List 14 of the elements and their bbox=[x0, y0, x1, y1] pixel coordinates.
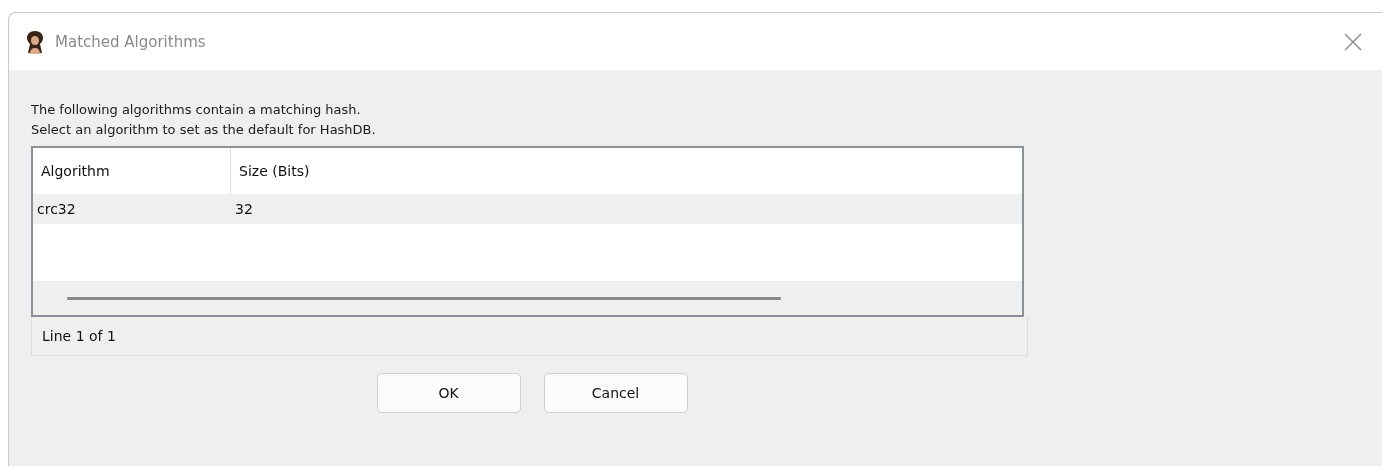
horizontal-scrollbar[interactable] bbox=[33, 281, 1022, 315]
table-cell-text: 32 bbox=[234, 201, 254, 217]
close-icon[interactable] bbox=[1344, 32, 1362, 51]
window-title: Matched Algorithms bbox=[55, 32, 207, 51]
message-text: Select an algorithm to set as the default for HashDB. bbox=[31, 121, 377, 139]
table-row[interactable]: crc32 32 bbox=[33, 194, 1022, 224]
figure-icon bbox=[25, 29, 45, 54]
column-header[interactable]: Size (Bits) bbox=[231, 148, 1022, 194]
message-text: The following algorithms contain a matching hash. bbox=[31, 101, 362, 119]
ok-button[interactable]: OK bbox=[376, 373, 521, 413]
status-text: Line 1 of 1 bbox=[31, 317, 1028, 356]
cancel-button[interactable]: Cancel bbox=[543, 373, 688, 413]
table-cell-text: crc32 bbox=[36, 201, 77, 217]
scrollbar-thumb[interactable] bbox=[67, 296, 781, 300]
